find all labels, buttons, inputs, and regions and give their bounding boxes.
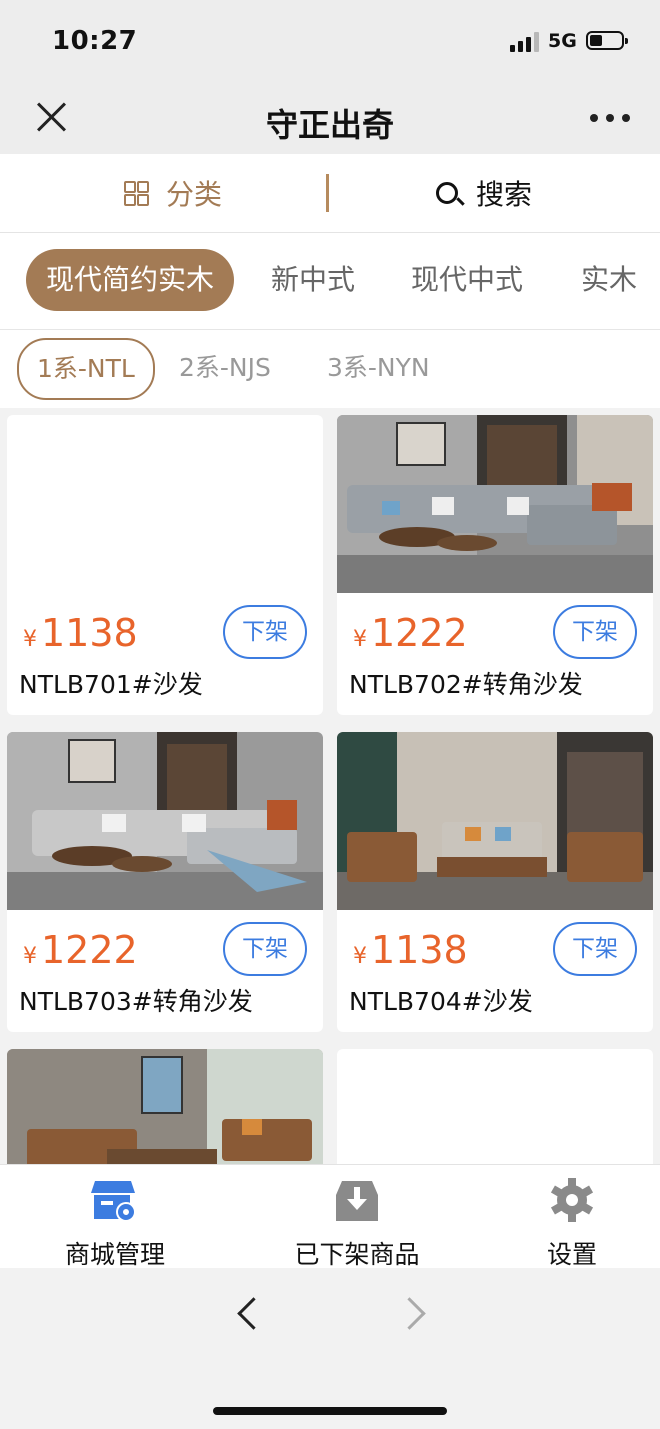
delist-button[interactable]: 下架: [553, 922, 637, 976]
series-tabs: 1系-NTL 2系-NJS 3系-NYN: [0, 330, 660, 408]
tab-label: 设置: [546, 1240, 597, 1269]
nav-bar: 守正出奇: [0, 80, 660, 154]
product-price: ¥1222: [23, 928, 138, 972]
search-button[interactable]: 搜索: [436, 154, 532, 232]
tab-label: 商城管理: [64, 1240, 165, 1269]
delist-button[interactable]: 下架: [553, 605, 637, 659]
product-image-placeholder: [337, 1049, 653, 1164]
grid-icon: [124, 181, 149, 206]
tab-series-3[interactable]: 3系-NYN: [327, 339, 430, 397]
product-name: NTLB703#转角沙发: [19, 987, 253, 1016]
shop-settings-icon: [91, 1181, 136, 1222]
product-card[interactable]: ¥1222 下架 NTLB702#转角沙发: [337, 415, 653, 715]
browser-bar: [0, 1268, 660, 1429]
tab-delisted-products[interactable]: 已下架商品: [272, 1165, 442, 1269]
back-arrow-icon[interactable]: [237, 1297, 270, 1330]
product-price: ¥1222: [353, 611, 468, 655]
product-name: NTLB701#沙发: [19, 670, 203, 699]
delist-button[interactable]: 下架: [223, 922, 307, 976]
category-label: 分类: [166, 178, 223, 211]
search-label: 搜索: [476, 178, 533, 211]
battery-icon: [586, 31, 628, 50]
product-card[interactable]: [337, 1049, 653, 1164]
tab-settings[interactable]: 设置: [522, 1165, 622, 1269]
product-image: [7, 732, 323, 910]
home-indicator: [213, 1407, 447, 1415]
product-image-placeholder: [7, 415, 323, 593]
forward-arrow-icon[interactable]: [393, 1297, 426, 1330]
product-card[interactable]: [7, 1049, 323, 1164]
status-bar: 10:27 5G: [0, 0, 660, 80]
gear-icon: [550, 1178, 594, 1222]
bottom-tab-bar: 商城管理 已下架商品 设置: [0, 1164, 660, 1269]
product-card[interactable]: ¥1138 下架 NTLB704#沙发: [337, 732, 653, 1032]
toolbar-divider: [326, 174, 329, 212]
tab-category-2[interactable]: 新中式: [271, 249, 355, 311]
product-price: ¥1138: [23, 611, 138, 655]
category-tabs: 现代简约实木 新中式 现代中式 实木: [0, 233, 660, 330]
tab-shop-management[interactable]: 商城管理: [40, 1165, 190, 1269]
tab-label: 已下架商品: [294, 1240, 420, 1269]
product-image: [7, 1049, 323, 1164]
product-image: [337, 732, 653, 910]
category-button[interactable]: 分类: [124, 154, 222, 232]
tab-category-1[interactable]: 现代简约实木: [26, 249, 235, 311]
download-box-icon: [336, 1181, 378, 1221]
status-time: 10:27: [52, 26, 138, 56]
more-options-icon[interactable]: [590, 114, 632, 122]
tab-category-4[interactable]: 实木: [581, 249, 637, 311]
delist-button[interactable]: 下架: [223, 605, 307, 659]
product-price: ¥1138: [353, 928, 468, 972]
network-type: 5G: [548, 30, 577, 52]
product-grid: ¥1138 下架 NTLB701#沙发 ¥ 1222 下架 NTLB702#转角…: [0, 408, 660, 1164]
product-card[interactable]: ¥1138 下架 NTLB701#沙发: [7, 415, 323, 715]
page-title: 守正出奇: [265, 106, 394, 144]
search-icon: [436, 182, 458, 204]
tab-category-3[interactable]: 现代中式: [411, 249, 523, 311]
tab-series-1[interactable]: 1系-NTL: [17, 338, 155, 400]
product-name: NTLB702#转角沙发: [349, 670, 583, 699]
product-card[interactable]: ¥1222 下架 NTLB703#转角沙发: [7, 732, 323, 1032]
tab-series-2[interactable]: 2系-NJS: [179, 339, 271, 397]
signal-icon: [510, 32, 542, 52]
product-name: NTLB704#沙发: [349, 987, 533, 1016]
product-image: [337, 415, 653, 593]
toolbar: 分类 搜索: [0, 154, 660, 233]
